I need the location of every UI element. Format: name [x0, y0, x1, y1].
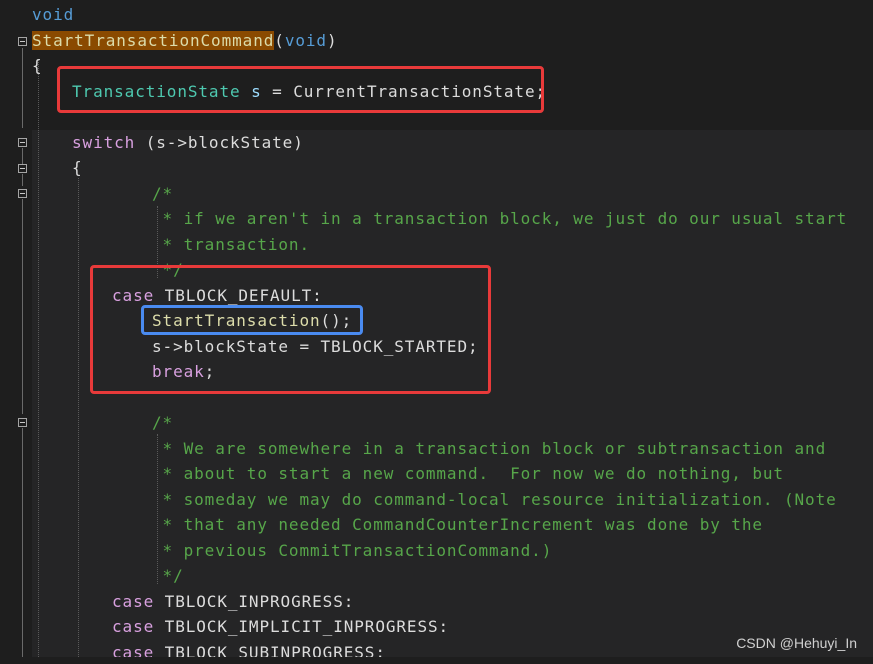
comment-text: */ [152, 566, 184, 585]
open-brace: { [72, 158, 83, 177]
keyword-void: void [32, 5, 75, 24]
indent-guide [78, 178, 79, 663]
keyword-case: case [112, 592, 155, 611]
comment-text: * that any needed CommandCounterIncremen… [152, 515, 763, 534]
fold-guide-line [22, 48, 23, 128]
status-strip [0, 657, 873, 663]
code-editor[interactable]: void StartTransactionCommand(void) { Tra… [0, 0, 873, 663]
code-line[interactable]: void [32, 4, 74, 26]
annotation-box-declaration [57, 66, 544, 113]
function-name-highlighted[interactable]: StartTransactionCommand [32, 31, 275, 50]
comment-line[interactable]: * previous CommitTransactionCommand.) [152, 540, 552, 562]
collapse-switch-body-icon[interactable] [18, 164, 27, 173]
collapse-comment2-icon[interactable] [18, 418, 27, 427]
code-line[interactable]: case TBLOCK_IMPLICIT_INPROGRESS: [112, 616, 449, 638]
comment-line[interactable]: * if we aren't in a transaction block, w… [152, 208, 847, 230]
collapse-switch-icon[interactable] [18, 138, 27, 147]
annotation-box-start-transaction [141, 305, 363, 335]
comment-text: * transaction. [152, 235, 310, 254]
comment-line[interactable]: /* [152, 183, 173, 205]
punctuation: ) [326, 31, 338, 50]
watermark: CSDN @Hehuyi_In [736, 635, 857, 651]
keyword-case: case [112, 617, 155, 636]
open-brace: { [32, 56, 43, 75]
comment-line[interactable]: * about to start a new command. For now … [152, 463, 784, 485]
comment-text: * about to start a new command. For now … [152, 464, 784, 483]
fold-guide-line [22, 428, 23, 663]
case-label: TBLOCK_IMPLICIT_INPROGRESS: [154, 617, 450, 636]
code-line[interactable]: { [32, 55, 43, 77]
code-line[interactable]: switch (s->blockState) [72, 132, 304, 154]
editor-gutter [0, 0, 30, 663]
comment-line[interactable]: * that any needed CommandCounterIncremen… [152, 514, 763, 536]
comment-text: * previous CommitTransactionCommand.) [152, 541, 553, 560]
fold-guide-line [22, 199, 23, 414]
code-line[interactable]: case TBLOCK_INPROGRESS: [112, 591, 354, 613]
comment-line[interactable]: */ [152, 565, 184, 587]
code-line[interactable]: StartTransactionCommand(void) [32, 30, 338, 52]
statement-text: (s->blockState) [135, 133, 304, 152]
collapse-comment1-icon[interactable] [18, 189, 27, 198]
collapse-function-icon[interactable] [18, 37, 27, 46]
comment-line[interactable]: * someday we may do command-local resour… [152, 489, 837, 511]
comment-text: /* [152, 184, 174, 203]
fold-guide-line [22, 174, 23, 186]
case-label: TBLOCK_INPROGRESS: [154, 592, 355, 611]
punctuation: ( [274, 31, 285, 50]
comment-text: /* [152, 413, 174, 432]
code-line[interactable]: { [72, 157, 83, 179]
keyword-switch: switch [72, 133, 136, 152]
comment-line[interactable]: * transaction. [152, 234, 310, 256]
comment-line[interactable]: * We are somewhere in a transaction bloc… [152, 438, 826, 460]
comment-line[interactable]: /* [152, 412, 173, 434]
comment-text: * We are somewhere in a transaction bloc… [152, 439, 827, 458]
comment-text: * someday we may do command-local resour… [152, 490, 837, 509]
keyword-void: void [284, 31, 327, 50]
comment-text: * if we aren't in a transaction block, w… [152, 209, 848, 228]
indent-guide [38, 60, 39, 663]
